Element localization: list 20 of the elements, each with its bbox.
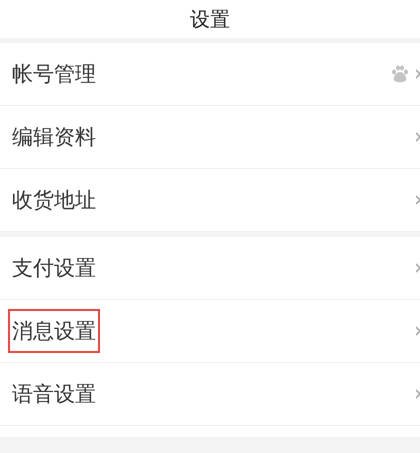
chevron-icon	[416, 389, 420, 399]
settings-item[interactable]: 收货地址	[0, 169, 420, 232]
chevron-icon	[416, 132, 420, 142]
item-label: 消息设置	[8, 309, 100, 353]
item-label: 支付设置	[11, 255, 97, 282]
item-label: 语音设置	[11, 381, 97, 408]
chevron-icon	[416, 263, 420, 273]
chevron-icon	[416, 69, 420, 79]
page-title: 设置	[190, 6, 230, 32]
settings-item[interactable]: 编辑资料	[0, 106, 420, 169]
settings-item[interactable]: 语音设置	[0, 363, 420, 426]
item-label: 收货地址	[11, 187, 97, 214]
chevron-icon	[416, 195, 420, 205]
item-label: 帐号管理	[11, 61, 97, 88]
item-label: 编辑资料	[11, 124, 97, 151]
paw-icon	[390, 64, 410, 84]
settings-item[interactable]: 消息设置	[0, 300, 420, 363]
settings-item[interactable]: 帐号管理	[0, 43, 420, 106]
settings-item[interactable]: 支付设置	[0, 237, 420, 300]
chevron-icon	[416, 326, 420, 336]
